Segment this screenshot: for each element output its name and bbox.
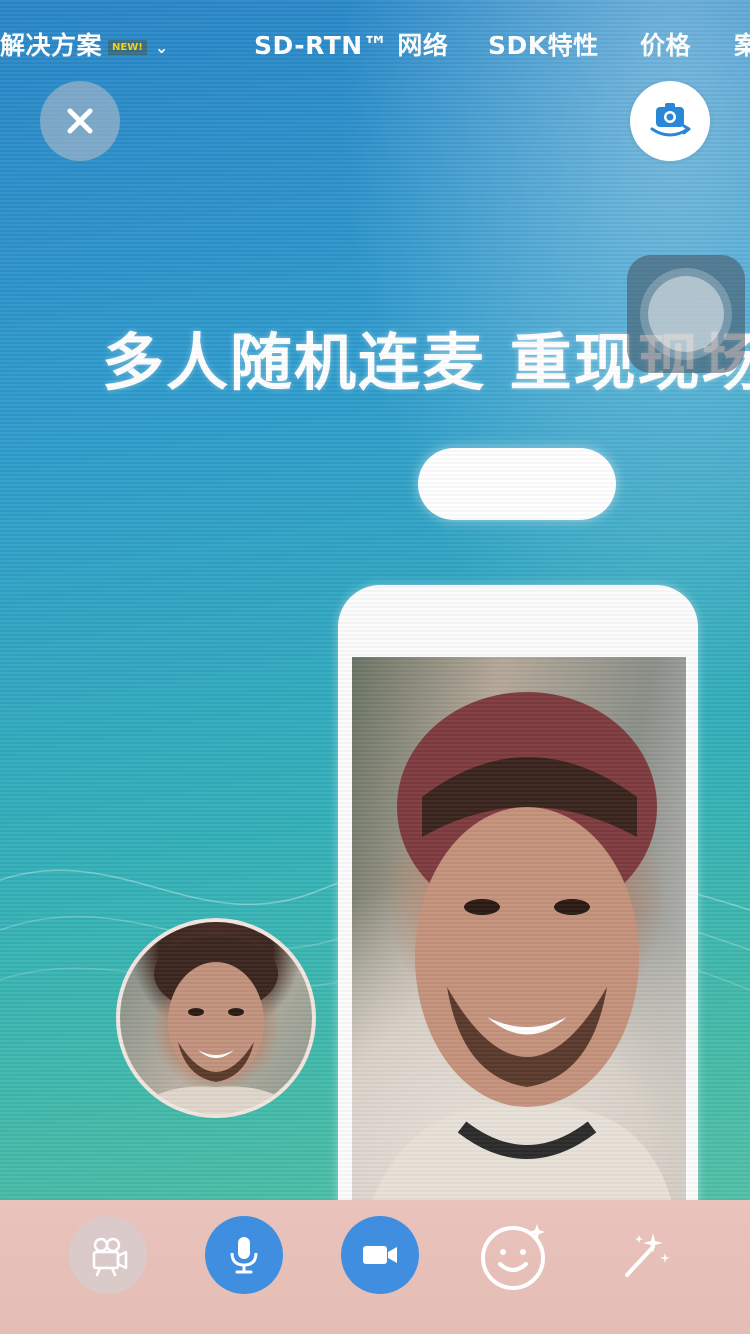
video-camera-icon [363, 1246, 397, 1264]
video-effects-icon [92, 1237, 128, 1277]
video-effects-button[interactable] [69, 1216, 147, 1294]
magic-wand-icon [625, 1233, 670, 1277]
nav-item-pricing: 价格 [640, 31, 692, 60]
phone-screen-photo [352, 657, 686, 1202]
new-badge: NEW! [108, 39, 147, 55]
face-beauty-icon [481, 1224, 545, 1290]
face-beauty-button[interactable] [473, 1216, 553, 1296]
assistive-touch-dot [648, 276, 724, 352]
microphone-button[interactable] [205, 1216, 283, 1294]
switch-camera-button[interactable] [630, 81, 710, 161]
close-button[interactable] [40, 81, 120, 161]
nav-item-network: SD-RTN™ 网络 [254, 31, 449, 60]
person-photo-small [130, 936, 302, 1114]
microphone-icon [230, 1237, 258, 1274]
nav-item-cases: 案 [734, 31, 750, 60]
person-photo [372, 692, 672, 1202]
switch-camera-icon [650, 103, 691, 137]
chevron-down-icon: ⌄ [154, 37, 169, 57]
phone-mockup [338, 585, 698, 1225]
close-icon [67, 108, 93, 134]
video-camera-button[interactable] [341, 1216, 419, 1294]
website-nav-bar: 解决方案 NEW! ⌄ SD-RTN™ 网络 SDK特性 价格 案 [0, 22, 750, 66]
camera-preview: 解决方案 NEW! ⌄ SD-RTN™ 网络 SDK特性 价格 案 多人随机连麦 重… [0, 0, 750, 1334]
nav-item-solutions: 解决方案 NEW! ⌄ [0, 31, 169, 60]
local-video-avatar [116, 918, 316, 1118]
magic-wand-button[interactable] [606, 1216, 684, 1294]
assistive-touch-button[interactable] [627, 255, 745, 373]
hero-cta-button [418, 448, 616, 520]
nav-item-sdk-features: SDK特性 [488, 31, 599, 60]
